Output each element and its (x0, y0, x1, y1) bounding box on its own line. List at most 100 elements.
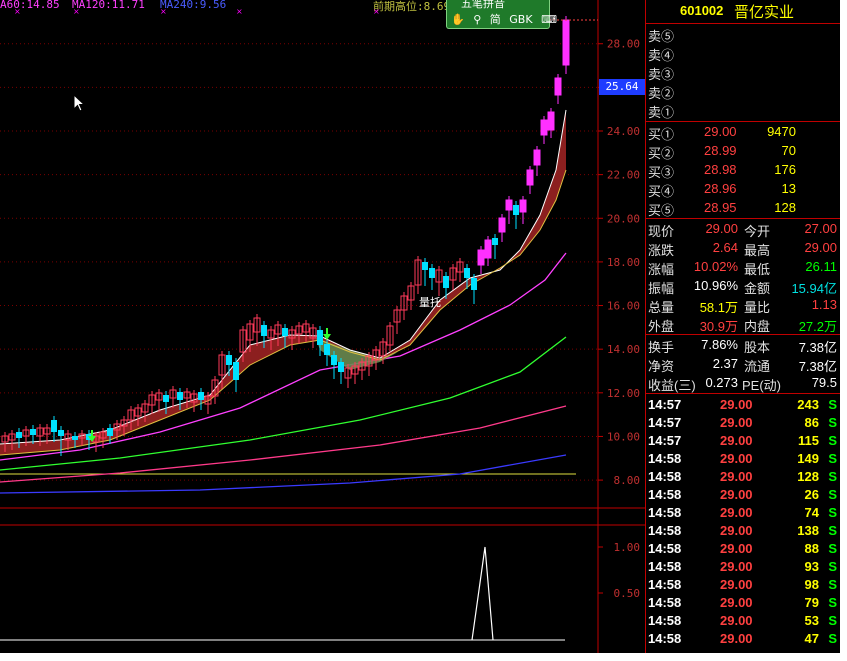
kline-chart[interactable]: A60:14.85 MA120:11.71 MA240:9.56 前期高位:8.… (0, 0, 645, 653)
tick-volume: 243 (797, 397, 819, 412)
price-axis-label: 16.00 (607, 300, 640, 313)
tick-side: S (828, 613, 837, 628)
search-icon[interactable]: ⚲ (473, 13, 481, 26)
candle-body (562, 19, 570, 66)
tick-volume: 88 (804, 541, 819, 556)
fund-row-eps: 收益(三) 0.273 PE(动) 79.5 (648, 375, 837, 393)
tick-time: 14:58 (648, 577, 682, 592)
candle (344, 364, 352, 388)
candle-body (429, 268, 435, 278)
tick-price: 29.00 (720, 487, 753, 502)
stock-name: 晋亿实业 (734, 3, 795, 21)
candle (477, 246, 485, 274)
buy-row-3: 买③ 28.98 176 (648, 162, 796, 180)
quote-row-price: 现价 29.00 今开 27.00 (648, 221, 837, 239)
candle-body (492, 238, 498, 245)
candle-body (498, 217, 506, 233)
candle (400, 292, 408, 320)
gbk-toggle[interactable]: GBK (509, 13, 532, 26)
tick-price: 29.00 (720, 451, 753, 466)
tick-row: 14:58 29.00 47 S (646, 630, 840, 648)
price-axis-label: 10.00 (607, 430, 640, 443)
candle (562, 16, 570, 74)
candle (519, 196, 527, 224)
candle-body (422, 262, 428, 270)
candle-body (519, 199, 527, 213)
candle-body (338, 362, 344, 372)
candle (484, 236, 492, 266)
candle (498, 214, 506, 242)
keyboard-icon[interactable]: ⌨ (541, 13, 557, 26)
tick-side: S (828, 397, 837, 412)
candle-body (540, 119, 548, 136)
candle-body (505, 199, 513, 211)
candle-body (513, 205, 519, 215)
price-axis-label: 22.00 (607, 169, 640, 182)
candle-body (471, 278, 477, 290)
quote-row-amplitude: 振幅 10.96% 金额 15.94亿 (648, 278, 837, 296)
tick-price: 29.00 (720, 631, 753, 646)
tick-time: 14:58 (648, 523, 682, 538)
hand-icon[interactable]: ✋ (451, 13, 465, 26)
candle-body (107, 428, 113, 436)
candle-body (177, 392, 183, 400)
tick-volume: 86 (804, 415, 819, 430)
price-axis-label: 12.00 (607, 387, 640, 400)
ma-band-red (0, 110, 566, 455)
tick-row: 14:58 29.00 149 S (646, 450, 840, 468)
candle-body (58, 430, 64, 436)
tick-price: 29.00 (720, 595, 753, 610)
candle-body (163, 395, 169, 402)
tick-time: 14:58 (648, 541, 682, 556)
sell-row-2: 卖② (648, 86, 675, 101)
tick-price: 29.00 (720, 433, 753, 448)
candle (198, 388, 204, 410)
buy-row-1: 买① 29.00 9470 (648, 124, 796, 142)
buy-row-4: 买④ 28.96 13 (648, 181, 796, 199)
buy-row-2: 买② 28.99 70 (648, 143, 796, 161)
candle-body (16, 432, 22, 438)
tick-row: 14:58 29.00 98 S (646, 576, 840, 594)
tick-price: 29.00 (720, 469, 753, 484)
tick-row: 14:58 29.00 138 S (646, 522, 840, 540)
tick-side: S (828, 595, 837, 610)
ime-title: 五笔拼音 (461, 0, 505, 10)
quote-row-change: 涨跌 2.64 最高 29.00 (648, 240, 837, 258)
ma60-line (0, 252, 567, 461)
tick-volume: 149 (797, 451, 819, 466)
candle (554, 74, 562, 104)
stock-terminal-window: A60:14.85 MA120:11.71 MA240:9.56 前期高位:8.… (0, 0, 840, 653)
candle (422, 258, 428, 286)
tick-price: 29.00 (720, 559, 753, 574)
tick-volume: 138 (797, 523, 819, 538)
candle-body (484, 239, 492, 259)
tick-price: 29.00 (720, 415, 753, 430)
candle-body (30, 429, 36, 435)
candle (233, 358, 239, 392)
candle (331, 351, 337, 379)
candle-body (282, 328, 288, 336)
tick-side: S (828, 559, 837, 574)
candle (533, 146, 541, 176)
tick-time: 14:57 (648, 415, 682, 430)
tick-price: 29.00 (720, 541, 753, 556)
sell-row-5: 卖⑤ (648, 29, 675, 44)
candle-body (477, 249, 485, 266)
candle-body (261, 325, 267, 336)
candle-body (324, 344, 330, 355)
candle (429, 264, 435, 290)
candle (317, 326, 323, 356)
tick-side: S (828, 415, 837, 430)
simplified-toggle[interactable]: 简 (490, 13, 501, 26)
candle (435, 266, 443, 296)
tick-side: S (828, 487, 837, 502)
quote-row-pct: 涨幅 10.02% 最低 26.11 (648, 259, 837, 277)
candle-body (72, 436, 78, 440)
price-axis-label: 14.00 (607, 343, 640, 356)
tick-volume: 98 (804, 577, 819, 592)
candle (51, 416, 57, 442)
input-method-toolbar[interactable]: 五笔拼音 ✋ ⚲ 简 GBK ⌨ (446, 0, 557, 29)
tick-time: 14:58 (648, 487, 682, 502)
tick-side: S (828, 541, 837, 556)
tick-row: 14:58 29.00 93 S (646, 558, 840, 576)
